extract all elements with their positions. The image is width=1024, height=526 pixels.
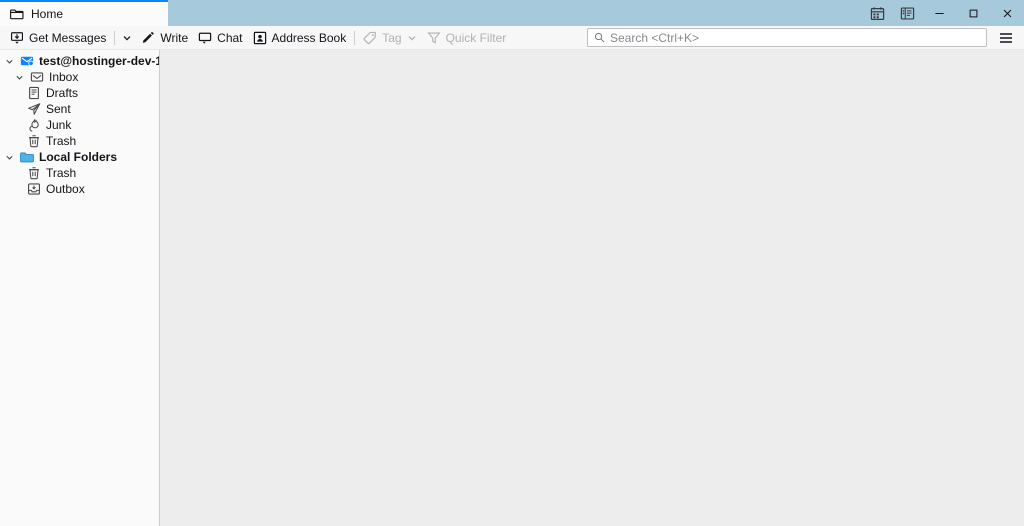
tab-label: Home bbox=[31, 7, 63, 21]
title-bar: Home bbox=[0, 0, 1024, 26]
get-messages-dropdown[interactable] bbox=[118, 28, 136, 48]
sidebar-item-label: Local Folders bbox=[39, 150, 117, 164]
main-toolbar: Get Messages Write bbox=[0, 26, 1024, 50]
sidebar-item-junk[interactable]: Junk bbox=[0, 117, 159, 133]
sidebar-item-drafts[interactable]: Drafts bbox=[0, 85, 159, 101]
tab-home[interactable]: Home bbox=[0, 0, 168, 26]
tag-icon bbox=[363, 31, 377, 45]
hamburger-menu-icon[interactable] bbox=[993, 27, 1019, 49]
write-button[interactable]: Write bbox=[136, 28, 193, 48]
toolbar-separator-2 bbox=[354, 31, 355, 45]
chat-label: Chat bbox=[217, 31, 242, 45]
folder-blue-icon bbox=[20, 150, 34, 164]
message-pane bbox=[160, 50, 1024, 526]
sidebar-item-local-folders[interactable]: Local Folders bbox=[0, 149, 159, 165]
sidebar-item-label: Trash bbox=[46, 134, 76, 148]
quick-filter-label: Quick Filter bbox=[446, 31, 507, 45]
sidebar-item-label: Drafts bbox=[46, 86, 78, 100]
address-book-label: Address Book bbox=[272, 31, 347, 45]
chevron-expanded-icon[interactable] bbox=[4, 53, 15, 69]
tag-label: Tag bbox=[382, 31, 401, 45]
folder-icon bbox=[10, 7, 24, 21]
get-messages-button[interactable]: Get Messages bbox=[5, 28, 111, 48]
tasks-icon[interactable] bbox=[892, 0, 922, 26]
funnel-icon bbox=[427, 31, 441, 45]
sidebar-item-label: test@hostinger-dev-11.xyz bbox=[39, 54, 160, 68]
search-box[interactable] bbox=[587, 28, 987, 47]
inbox-icon bbox=[30, 70, 44, 84]
minimize-button[interactable] bbox=[922, 0, 956, 26]
get-messages-label: Get Messages bbox=[29, 31, 106, 45]
close-button[interactable] bbox=[990, 0, 1024, 26]
tag-button[interactable]: Tag bbox=[358, 28, 421, 48]
thunderbird-window: Home bbox=[0, 0, 1024, 526]
pencil-icon bbox=[141, 31, 155, 45]
sidebar-item-label: Inbox bbox=[49, 70, 78, 84]
sidebar-item-label: Trash bbox=[46, 166, 76, 180]
sidebar-item-inbox[interactable]: Inbox bbox=[0, 69, 159, 85]
sidebar-item-trash[interactable]: Trash bbox=[0, 133, 159, 149]
chat-button[interactable]: Chat bbox=[193, 28, 247, 48]
titlebar-icon-group bbox=[862, 0, 1024, 26]
drafts-icon bbox=[27, 86, 41, 100]
quick-filter-button[interactable]: Quick Filter bbox=[422, 28, 512, 48]
sidebar-item-label: Junk bbox=[46, 118, 71, 132]
write-label: Write bbox=[160, 31, 188, 45]
calendar-icon[interactable] bbox=[862, 0, 892, 26]
folder-pane: test@hostinger-dev-11.xyz Inbox bbox=[0, 50, 160, 526]
junk-icon bbox=[27, 118, 41, 132]
search-icon bbox=[594, 32, 605, 43]
address-book-button[interactable]: Address Book bbox=[248, 28, 352, 48]
chevron-expanded-icon[interactable] bbox=[4, 149, 15, 165]
main-body: test@hostinger-dev-11.xyz Inbox bbox=[0, 50, 1024, 526]
chevron-expanded-icon[interactable] bbox=[14, 69, 25, 85]
chevron-down-icon bbox=[407, 33, 417, 43]
account-mail-icon bbox=[20, 54, 34, 68]
sidebar-item-label: Sent bbox=[46, 102, 71, 116]
toolbar-separator bbox=[114, 31, 115, 45]
sidebar-item-local-trash[interactable]: Trash bbox=[0, 165, 159, 181]
address-book-icon bbox=[253, 31, 267, 45]
sidebar-item-sent[interactable]: Sent bbox=[0, 101, 159, 117]
sidebar-item-outbox[interactable]: Outbox bbox=[0, 181, 159, 197]
trash-icon bbox=[27, 134, 41, 148]
trash-icon bbox=[27, 166, 41, 180]
sidebar-item-label: Outbox bbox=[46, 182, 85, 196]
get-messages-icon bbox=[10, 31, 24, 45]
outbox-icon bbox=[27, 182, 41, 196]
chevron-down-icon bbox=[122, 33, 132, 43]
sent-icon bbox=[27, 102, 41, 116]
search-input[interactable] bbox=[610, 29, 980, 46]
maximize-button[interactable] bbox=[956, 0, 990, 26]
sidebar-item-account[interactable]: test@hostinger-dev-11.xyz bbox=[0, 53, 159, 69]
chat-bubble-icon bbox=[198, 31, 212, 45]
titlebar-drag-area bbox=[168, 0, 862, 26]
